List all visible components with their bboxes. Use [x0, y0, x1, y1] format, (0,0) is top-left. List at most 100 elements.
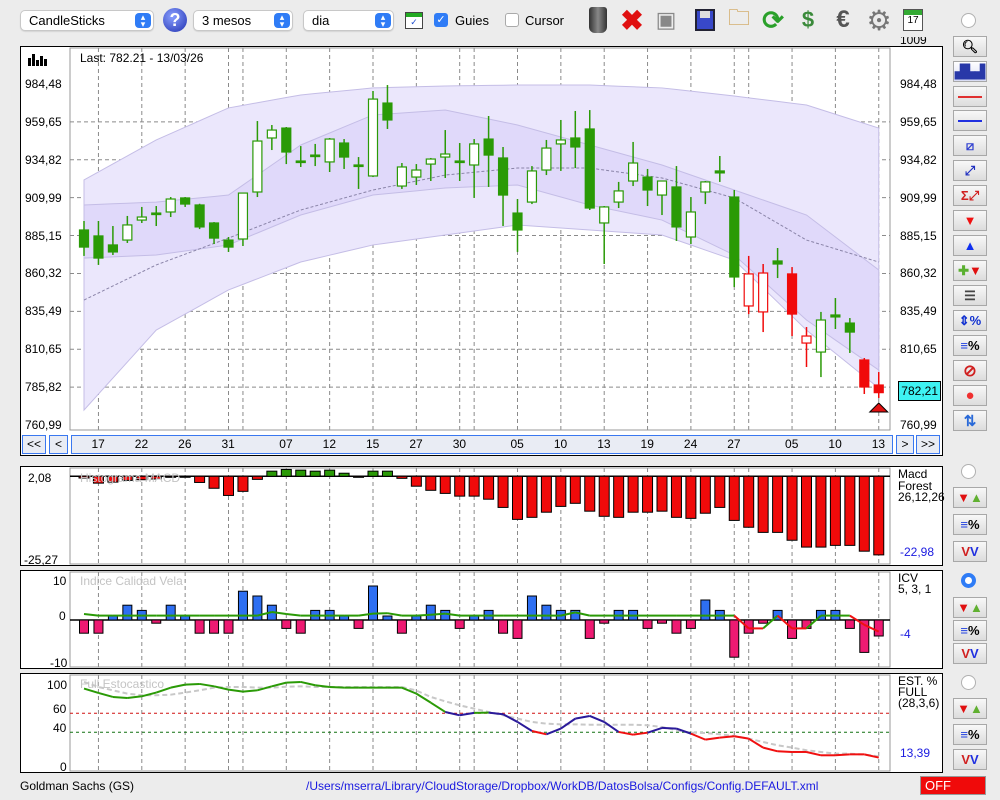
- macd-histogram-bar: [454, 475, 466, 497]
- stoch-tick-40: 40: [53, 721, 67, 735]
- nav-prev-button[interactable]: <: [49, 435, 68, 454]
- channel-button[interactable]: ⧄: [953, 135, 987, 156]
- ticker-name: Goldman Sachs (GS): [20, 779, 135, 793]
- icv-levels-button[interactable]: ≡%: [953, 620, 987, 641]
- add-signal-button[interactable]: ✚▼: [953, 260, 987, 281]
- stoch-k-line: [242, 689, 258, 693]
- volume-bars-icon[interactable]: [28, 54, 48, 66]
- zoom-button[interactable]: 🔍︎: [953, 36, 987, 57]
- macd-y-min: -25,27: [24, 553, 59, 567]
- macd-histogram-bar: [208, 475, 220, 489]
- stoch-k-line: [271, 681, 287, 688]
- macd-histogram-bar: [728, 475, 740, 521]
- icv-bar: [844, 619, 855, 629]
- icv-tick-10: 10: [53, 574, 67, 588]
- stoch-panel-radio[interactable]: [961, 675, 976, 690]
- candle-body: [497, 157, 509, 196]
- candle-body: [627, 162, 639, 182]
- macd-histogram-bar: [844, 475, 856, 546]
- nav-next-button[interactable]: >: [896, 435, 914, 454]
- macd-panel-radio[interactable]: [961, 464, 976, 479]
- stoch-k-line: [127, 695, 142, 699]
- price-tick-right: 984,48: [900, 77, 937, 91]
- red-line-button[interactable]: [953, 86, 987, 107]
- icv-bar: [440, 609, 451, 621]
- icv-panel-radio[interactable]: [961, 573, 976, 588]
- buy-arrow-button[interactable]: ▲: [953, 235, 987, 256]
- mini-chart-icon: ▟▙▟: [955, 63, 985, 79]
- icv-bar: [194, 619, 205, 634]
- icv-curve-button[interactable]: VV: [953, 643, 987, 664]
- icv-bar: [93, 619, 104, 634]
- stoch-curve-button[interactable]: VV: [953, 749, 987, 770]
- price-tick-left: 785,82: [25, 380, 62, 395]
- swap-button[interactable]: ⇅: [953, 410, 987, 431]
- icv-bar: [685, 619, 696, 629]
- date-label: 27: [409, 437, 423, 451]
- blue-line-button[interactable]: [953, 110, 987, 131]
- price-tick-right: 860,32: [900, 266, 937, 281]
- stoch-signals-button[interactable]: ▼▲: [953, 698, 987, 719]
- date-label: 22: [134, 437, 149, 451]
- icv-bar: [151, 619, 162, 624]
- grid-lines-button[interactable]: ☰: [953, 285, 987, 306]
- macd-histogram-bar: [280, 468, 292, 477]
- macd-histogram-bar: [656, 475, 668, 512]
- icv-bar: [700, 599, 711, 621]
- icv-bar: [209, 619, 220, 634]
- nav-first-button[interactable]: <<: [22, 435, 46, 454]
- icv-signals-button[interactable]: ▼▲: [953, 597, 987, 618]
- overview-chart-button[interactable]: ▟▙▟: [953, 61, 987, 82]
- record-button[interactable]: ●: [953, 385, 987, 406]
- icv-bar: [165, 604, 176, 621]
- date-label: 05: [785, 437, 799, 451]
- record-icon: ●: [965, 387, 975, 404]
- arrow-down-icon: ▼: [963, 213, 977, 228]
- stoch-k-line: [329, 685, 345, 689]
- prohibited-icon: ⊘: [963, 362, 977, 380]
- macd-levels-button[interactable]: ≡%: [953, 514, 987, 535]
- candle-body: [136, 216, 147, 221]
- macd-histogram-bar: [237, 475, 249, 492]
- macd-histogram-bar: [425, 475, 437, 491]
- live-toggle[interactable]: OFF: [920, 776, 986, 795]
- clear-button[interactable]: ⊘: [953, 360, 987, 381]
- stoch-k-line: [603, 721, 620, 733]
- sell-arrow-button[interactable]: ▼: [953, 210, 987, 231]
- date-scrollbar[interactable]: [71, 435, 893, 454]
- stoch-k-line: [546, 727, 562, 736]
- config-path-link[interactable]: /Users/mserra/Library/CloudStorage/Dropb…: [306, 779, 818, 793]
- icv-bar: [541, 604, 552, 621]
- macd-histogram-bar: [555, 475, 567, 507]
- icv-signal-line: [286, 613, 301, 617]
- macd-histogram-bar: [829, 475, 841, 546]
- current-price-badge: 782,21: [898, 381, 941, 401]
- macd-histogram-bar: [757, 475, 769, 533]
- macd-signals-button[interactable]: ▼▲: [953, 487, 987, 508]
- macd-curve-button[interactable]: VV: [953, 541, 987, 562]
- date-label: 13: [871, 437, 886, 451]
- stoch-k-line: [661, 726, 677, 730]
- macd-histogram-bar: [439, 475, 451, 494]
- macd-histogram-bar: [642, 475, 654, 513]
- trendline-button[interactable]: ⤢: [953, 160, 987, 181]
- range-percent-icon: ⇕%: [958, 312, 982, 328]
- price-tick-right: 810,65: [900, 342, 937, 357]
- candle-body: [324, 138, 335, 163]
- stoch-levels-button[interactable]: ≡%: [953, 724, 987, 745]
- stoch-k-line: [170, 683, 186, 689]
- candle-body: [642, 176, 653, 191]
- macd-histogram-bar: [468, 475, 480, 497]
- nav-last-button[interactable]: >>: [916, 435, 940, 454]
- date-label: 26: [178, 437, 192, 451]
- stoch-k-line: [185, 682, 200, 686]
- range-percent-button[interactable]: ⇕%: [953, 310, 987, 331]
- sum-trendline-button[interactable]: Σ⤢: [953, 185, 987, 206]
- candle-body: [339, 142, 350, 158]
- price-tick-left: 835,49: [25, 304, 62, 319]
- lines-percent-button[interactable]: ≡%: [953, 335, 987, 356]
- stoch-k-line: [589, 715, 605, 723]
- date-label: 17: [91, 437, 105, 451]
- icv-bar: [396, 619, 407, 634]
- macd-histogram-bar: [410, 475, 422, 487]
